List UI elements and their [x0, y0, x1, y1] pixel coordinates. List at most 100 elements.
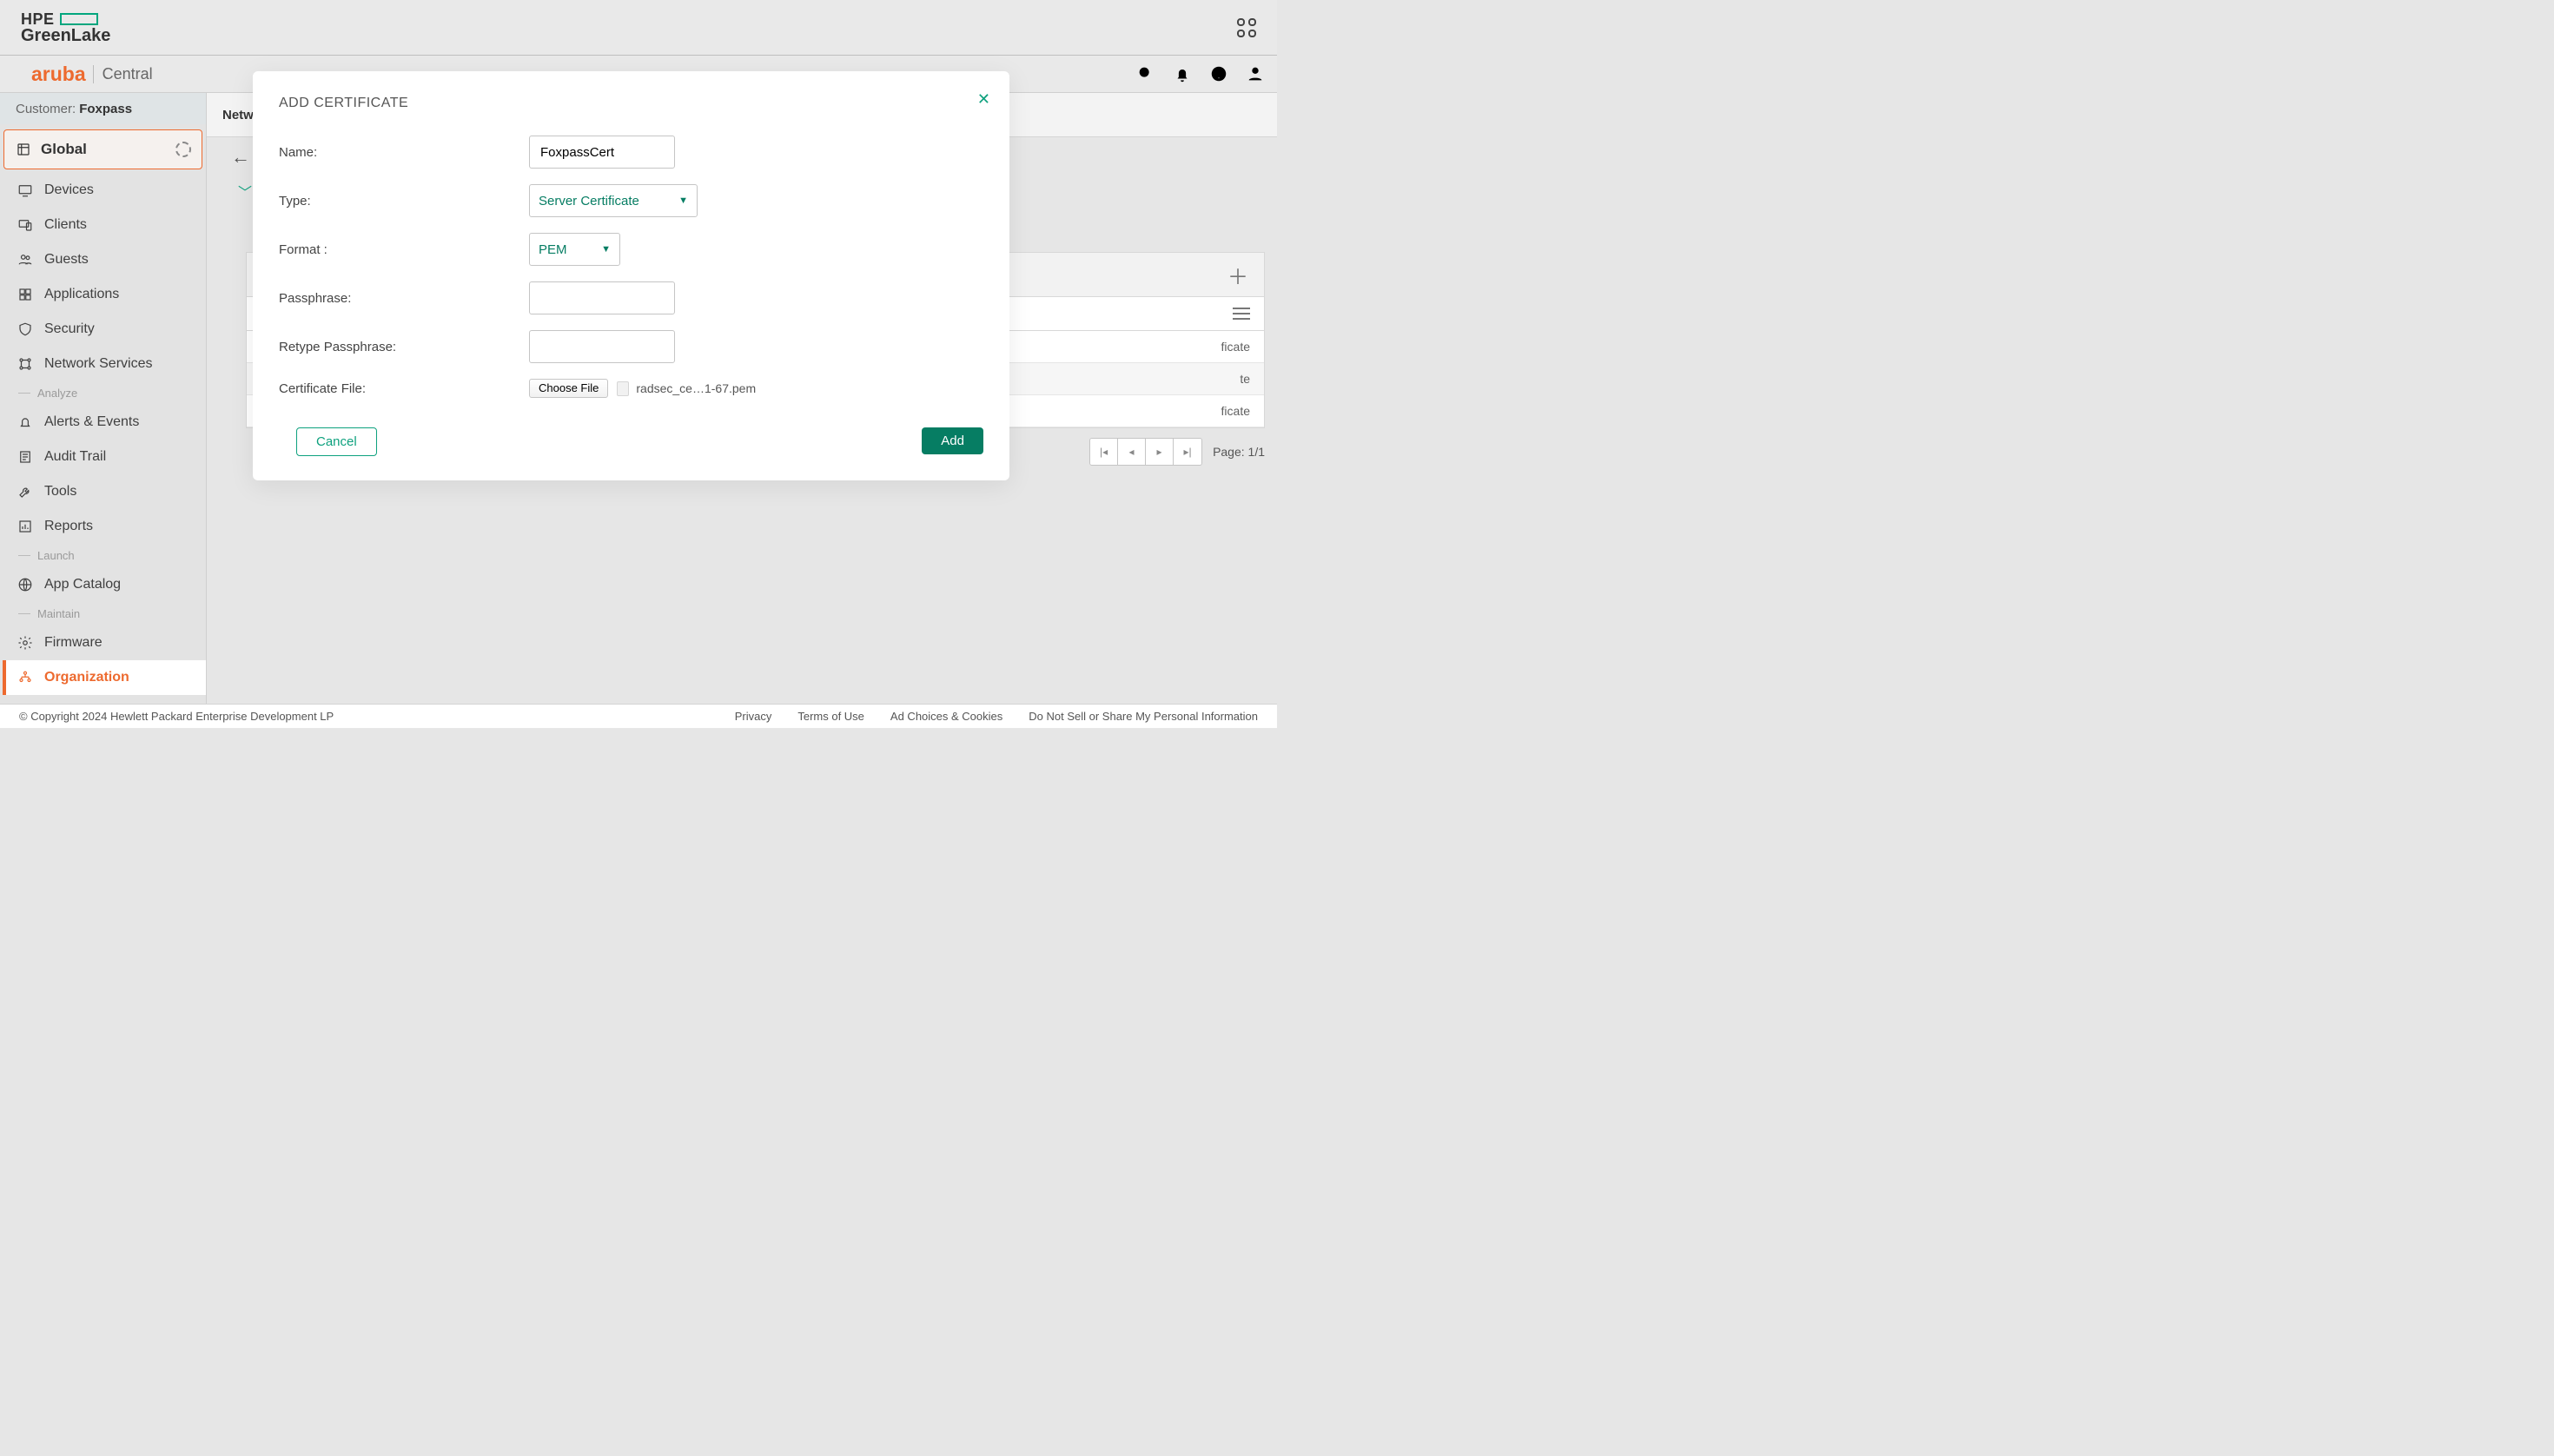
greenlake-text: GreenLake	[21, 27, 110, 44]
search-icon[interactable]	[1136, 64, 1155, 83]
chosen-file-name: radsec_ce…1-67.pem	[636, 381, 756, 395]
aruba-logo: aruba	[31, 63, 86, 86]
sidebar-item-label: Guests	[44, 252, 89, 268]
choose-file-button[interactable]: Choose File	[529, 379, 608, 398]
clients-icon	[17, 216, 34, 234]
sidebar-item-clients[interactable]: Clients	[3, 208, 206, 242]
footer-link-privacy[interactable]: Privacy	[735, 710, 772, 723]
page-prev-button[interactable]: ◂	[1118, 439, 1146, 465]
tools-icon	[17, 483, 34, 500]
hamburger-icon[interactable]	[1233, 308, 1250, 320]
sidebar-item-label: Clients	[44, 217, 87, 233]
sidebar-item-label: Firmware	[44, 635, 103, 651]
sidebar-item-applications[interactable]: Applications	[3, 277, 206, 312]
footer-link-terms[interactable]: Terms of Use	[797, 710, 864, 723]
customer-row[interactable]: Customer: Foxpass	[0, 93, 206, 124]
type-value: Server Certificate	[539, 194, 639, 208]
name-input[interactable]	[529, 136, 675, 169]
sidebar-item-label: Organization	[44, 670, 129, 685]
name-label: Name:	[279, 145, 529, 160]
certfile-label: Certificate File:	[279, 381, 529, 396]
frame-icon	[15, 141, 32, 158]
copyright-text: © Copyright 2024 Hewlett Packard Enterpr…	[19, 710, 334, 723]
aruba-product: Central	[93, 65, 153, 83]
sidebar-item-label: Applications	[44, 287, 119, 302]
retype-passphrase-input[interactable]	[529, 330, 675, 363]
type-select[interactable]: Server Certificate ▼	[529, 184, 698, 217]
customer-name: Foxpass	[79, 102, 132, 116]
format-label: Format :	[279, 242, 529, 257]
modal-title: ADD CERTIFICATE	[279, 96, 983, 111]
customer-label: Customer:	[16, 102, 76, 116]
footer: © Copyright 2024 Hewlett Packard Enterpr…	[0, 704, 1277, 728]
cancel-button[interactable]: Cancel	[296, 427, 377, 456]
globe-icon	[17, 576, 34, 593]
caret-down-icon: ▼	[678, 195, 688, 206]
section-launch: Launch	[3, 544, 206, 567]
sidebar-item-label: App Catalog	[44, 577, 121, 592]
hpe-rect-icon	[60, 13, 98, 25]
footer-link-adchoices[interactable]: Ad Choices & Cookies	[890, 710, 1002, 723]
reports-icon	[17, 518, 34, 535]
gear-icon	[17, 634, 34, 652]
hpe-greenlake-logo: HPE GreenLake	[21, 11, 110, 44]
help-icon[interactable]	[1209, 64, 1228, 83]
close-icon[interactable]: ✕	[977, 90, 990, 109]
add-certificate-modal: ✕ ADD CERTIFICATE Name: Type: Server Cer…	[253, 71, 1009, 480]
page-indicator: Page: 1/1	[1213, 445, 1265, 459]
page-next-button[interactable]: ▸	[1146, 439, 1174, 465]
sidebar-item-label: Tools	[44, 484, 76, 500]
sidebar-item-appcatalog[interactable]: App Catalog	[3, 567, 206, 602]
guests-icon	[17, 251, 34, 268]
network-icon	[17, 355, 34, 373]
devices-icon	[17, 182, 34, 199]
sidebar-item-label: Devices	[44, 182, 94, 198]
page-first-button[interactable]: |◂	[1090, 439, 1118, 465]
back-arrow-icon[interactable]: ←	[231, 146, 250, 169]
sidebar-item-audit[interactable]: Audit Trail	[3, 440, 206, 474]
pagination: |◂ ◂ ▸ ▸| Page: 1/1	[1089, 438, 1265, 466]
alerts-icon	[17, 414, 34, 431]
sidebar-item-label: Reports	[44, 519, 93, 534]
sidebar-item-tools[interactable]: Tools	[3, 474, 206, 509]
sidebar-item-label: Network Services	[44, 356, 152, 372]
page-last-button[interactable]: ▸|	[1174, 439, 1201, 465]
sidebar-item-label: Audit Trail	[44, 449, 106, 465]
applications-icon	[17, 286, 34, 303]
sidebar-item-alerts[interactable]: Alerts & Events	[3, 405, 206, 440]
type-label: Type:	[279, 194, 529, 208]
add-button[interactable]: Add	[922, 427, 983, 454]
sidebar-item-security[interactable]: Security	[3, 312, 206, 347]
footer-link-donotsell[interactable]: Do Not Sell or Share My Personal Informa…	[1029, 710, 1258, 723]
sidebar-item-firmware[interactable]: Firmware	[3, 625, 206, 660]
user-icon[interactable]	[1246, 64, 1265, 83]
sidebar-item-network-services[interactable]: Network Services	[3, 347, 206, 381]
sidebar-item-label: Security	[44, 321, 95, 337]
passphrase-label: Passphrase:	[279, 291, 529, 306]
sidebar-item-reports[interactable]: Reports	[3, 509, 206, 544]
sidebar-item-devices[interactable]: Devices	[3, 173, 206, 208]
sidebar-item-organization[interactable]: Organization	[3, 660, 206, 695]
sidebar-item-guests[interactable]: Guests	[3, 242, 206, 277]
scope-selector[interactable]: Global	[3, 129, 202, 169]
caret-down-icon: ▼	[601, 244, 611, 255]
shield-icon	[17, 321, 34, 338]
breadcrumb: Netw	[222, 108, 254, 122]
section-maintain: Maintain	[3, 602, 206, 625]
file-icon	[617, 381, 629, 396]
add-icon[interactable]: ＋	[1227, 260, 1248, 290]
retype-passphrase-label: Retype Passphrase:	[279, 340, 529, 354]
bell-icon[interactable]	[1173, 64, 1192, 83]
chevron-down-icon[interactable]: ﹀	[238, 181, 252, 202]
format-value: PEM	[539, 242, 567, 257]
apps-grid-icon[interactable]	[1237, 18, 1256, 37]
sidebar-item-label: Alerts & Events	[44, 414, 139, 430]
dashed-circle-icon	[175, 142, 191, 157]
sidebar: Customer: Foxpass Global Devices Clients…	[0, 93, 207, 704]
scope-label: Global	[41, 141, 167, 158]
audit-icon	[17, 448, 34, 466]
passphrase-input[interactable]	[529, 281, 675, 314]
hpe-text: HPE	[21, 11, 55, 27]
format-select[interactable]: PEM ▼	[529, 233, 620, 266]
hpe-top-bar: HPE GreenLake	[0, 0, 1277, 56]
